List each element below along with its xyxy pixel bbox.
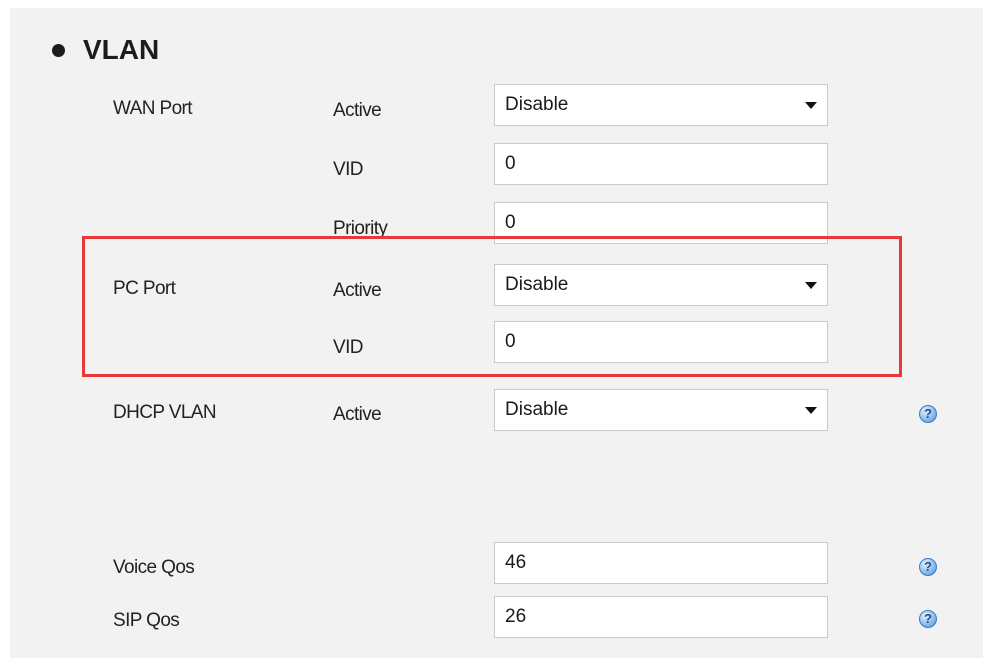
sip-qos-label: SIP Qos (113, 610, 180, 631)
dropdown-arrow-icon (805, 407, 817, 414)
wan-port-active-label: Active (333, 100, 382, 121)
bullet-icon (52, 43, 65, 57)
voice-qos-input[interactable]: 46 (494, 542, 828, 584)
section-title: VLAN (52, 32, 159, 68)
dhcp-vlan-label: DHCP VLAN (113, 402, 217, 423)
help-icon[interactable]: ? (919, 558, 937, 576)
dhcp-vlan-active-select[interactable]: Disable (494, 389, 828, 431)
voice-qos-label: Voice Qos (113, 557, 195, 578)
wan-port-active-select[interactable]: Disable (494, 84, 828, 126)
dhcp-vlan-active-label: Active (333, 404, 382, 425)
wan-port-vid-label: VID (333, 159, 363, 180)
section-title-text: VLAN (83, 34, 160, 65)
voice-qos-value: 46 (505, 552, 527, 573)
wan-port-vid-input[interactable]: 0 (494, 143, 828, 185)
wan-port-label: WAN Port (113, 98, 193, 119)
wan-port-priority-value: 0 (505, 212, 516, 233)
wan-port-active-value: Disable (505, 94, 569, 115)
help-icon[interactable]: ? (919, 405, 937, 423)
dropdown-arrow-icon (805, 102, 817, 109)
help-icon[interactable]: ? (919, 610, 937, 628)
wan-port-vid-value: 0 (505, 153, 516, 174)
highlight-box (82, 236, 902, 377)
sip-qos-input[interactable]: 26 (494, 596, 828, 638)
sip-qos-value: 26 (505, 606, 527, 627)
dhcp-vlan-active-value: Disable (505, 399, 569, 420)
